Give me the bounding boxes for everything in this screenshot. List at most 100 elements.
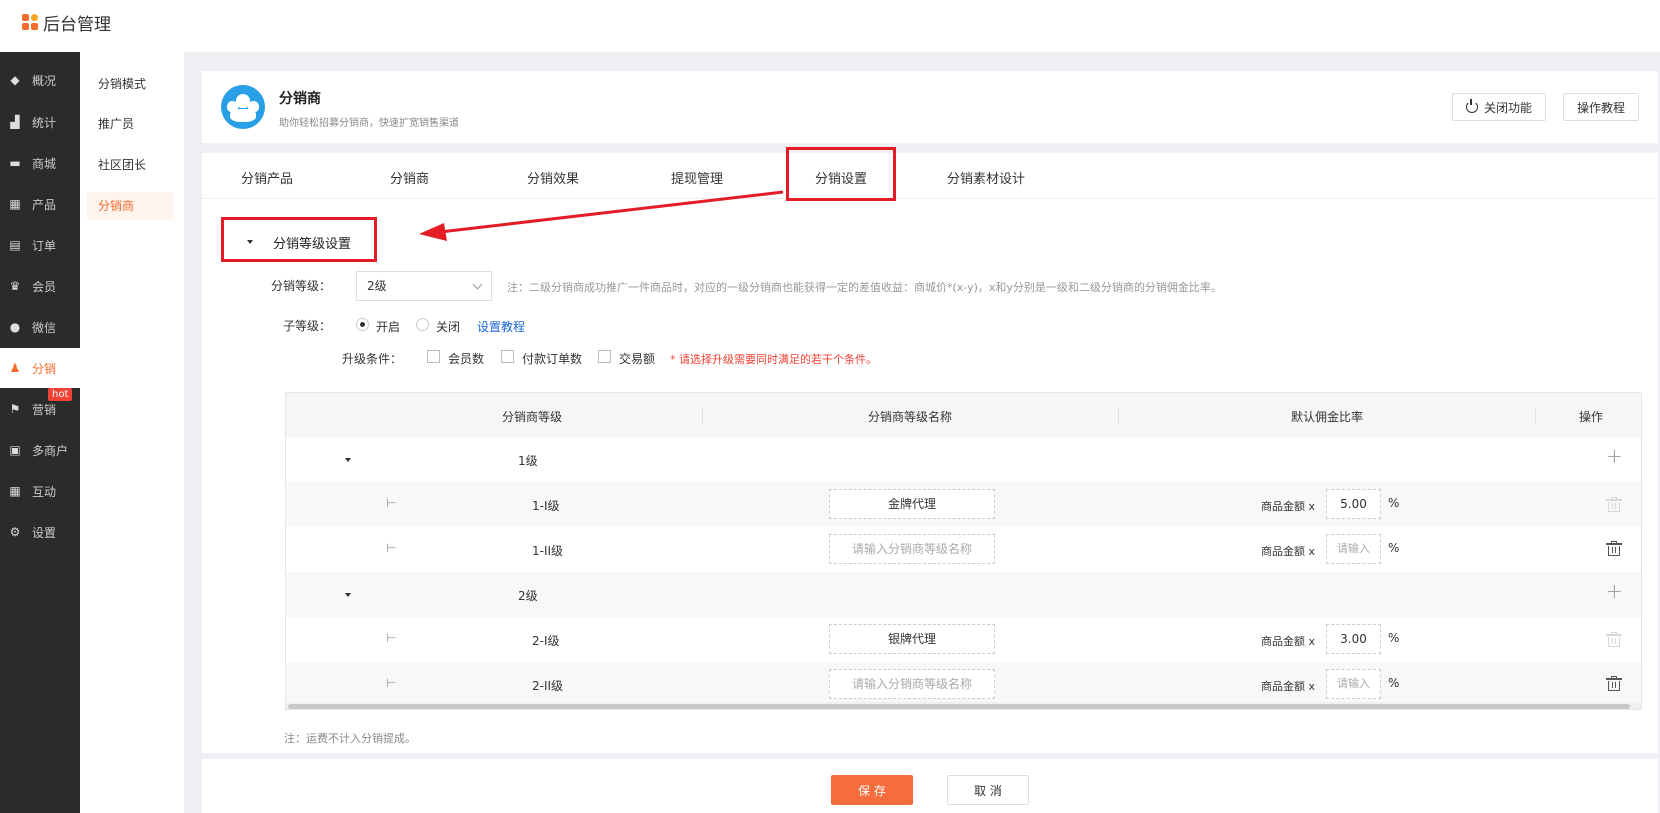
upgrade-label: 升级条件： [342,352,403,366]
checkbox-orders-label[interactable]: 付款订单数 [522,350,582,367]
trash-icon[interactable] [1606,497,1622,512]
submenu-item-mode[interactable]: 分销模式 [87,70,173,98]
th-actions: 操作 [1579,410,1604,424]
sidebar-item-members[interactable]: ♛ 会员 [0,266,80,306]
sidebar-item-marketing[interactable]: ⚑ 营销 hot [0,388,80,429]
level-note: 注：二级分销商成功推广一件商品时，对应的一级分销商也能获得一定的差值收益：商城价… [507,281,1222,294]
column-separator [1535,407,1536,423]
trash-icon[interactable] [1606,676,1622,691]
submenu-item-community[interactable]: 社区团长 [87,151,173,179]
table-row: 1级 + [286,437,1641,482]
amount-label: 商品金额 x [1261,635,1316,648]
trash-icon[interactable] [1606,632,1622,647]
app-logo[interactable]: 后台管理 [22,10,111,35]
radio-off[interactable] [416,318,429,331]
crown-icon: ♛ [9,279,21,293]
table-row: ⊢ 1-II级 请输入分销商等级名称 商品金额 x 请输入 % [286,527,1641,572]
power-icon [1465,99,1478,113]
rate-input[interactable]: 3.00 [1326,624,1381,654]
top-bar: 后台管理 [0,0,1660,52]
page-title: 分销商 [279,91,321,107]
sidebar-item-stats[interactable]: ▟ 统计 [0,102,80,142]
caret-down-icon[interactable] [345,593,351,597]
sidebar-item-label: 统计 [32,115,57,130]
sidebar-item-distribution[interactable]: ♟ 分销 [0,348,80,388]
cancel-button[interactable]: 取 消 [947,775,1029,805]
sublevel-label: 子等级： [283,319,332,333]
add-icon[interactable]: + [1606,579,1623,603]
level-name-input[interactable]: 金牌代理 [829,489,995,519]
page-subtitle: 助你轻松招募分销商，快速扩宽销售渠道 [279,118,459,129]
sidebar-item-orders[interactable]: ▤ 订单 [0,225,80,265]
sidebar: ◆ 概况 ▟ 统计 ▬ 商城 ▦ 产品 ▤ 订单 ♛ 会员 ● 微信 ♟ 分销 … [0,52,80,813]
sidebar-item-products[interactable]: ▦ 产品 [0,184,80,224]
radio-on-label[interactable]: 开启 [376,318,400,335]
table-row: ⊢ 1-I级 金牌代理 商品金额 x 5.00 % [286,482,1641,527]
sidebar-item-label: 概况 [32,73,57,88]
checkbox-members[interactable] [427,350,440,363]
save-button[interactable]: 保 存 [831,775,913,805]
scrollbar-thumb[interactable] [288,704,1630,709]
apps-icon: ▦ [9,484,21,498]
tab-material[interactable]: 分销素材设计 [947,168,1025,187]
add-icon[interactable]: + [1606,444,1623,468]
level-name-input[interactable]: 银牌代理 [829,624,995,654]
order-icon: ▤ [9,238,21,252]
tab-products[interactable]: 分销产品 [241,168,293,187]
percent-label: % [1388,496,1400,510]
checkbox-amount-label[interactable]: 交易额 [619,350,655,367]
rate-input[interactable]: 请输入 [1326,534,1381,564]
sidebar-item-wechat[interactable]: ● 微信 [0,307,80,347]
caret-down-icon[interactable] [247,240,253,244]
caret-down-icon[interactable] [345,458,351,462]
level-select[interactable]: 2级 [356,271,492,301]
logo-icon [22,14,39,31]
sidebar-item-overview[interactable]: ◆ 概况 [0,60,80,100]
tutorial-button[interactable]: 操作教程 [1563,93,1639,121]
settings-card: 分销产品 分销商 分销效果 提现管理 分销设置 分销素材设计 分销等级设置 分销… [202,147,1658,753]
radio-off-label[interactable]: 关闭 [436,318,460,335]
tab-withdraw[interactable]: 提现管理 [671,168,723,187]
section-title[interactable]: 分销等级设置 [273,233,351,252]
sidebar-item-label: 订单 [32,238,57,253]
level-name-input[interactable]: 请输入分销商等级名称 [829,669,995,699]
checkbox-orders[interactable] [501,350,514,363]
column-separator [1118,407,1119,423]
distributor-logo-icon [221,85,265,129]
sidebar-item-label: 商城 [32,156,57,171]
trash-icon[interactable] [1606,541,1622,556]
gear-icon: ⚙ [9,525,21,539]
level-cell: 2-I级 [532,634,560,648]
submenu-item-promoter[interactable]: 推广员 [87,110,173,138]
rate-input[interactable]: 请输入 [1326,669,1381,699]
sidebar-item-label: 会员 [32,279,57,294]
th-level: 分销商等级 [502,410,563,424]
rate-input[interactable]: 5.00 [1326,489,1381,519]
wechat-icon: ● [9,320,21,334]
tab-distributors[interactable]: 分销商 [390,168,429,187]
app-title: 后台管理 [43,15,111,35]
sidebar-item-shop[interactable]: ▬ 商城 [0,143,80,183]
tree-branch-icon: ⊢ [386,676,397,690]
th-rate: 默认佣金比率 [1291,410,1364,424]
sidebar-item-label: 营销 [32,402,57,417]
level-cell: 2-II级 [532,679,564,693]
tab-effect[interactable]: 分销效果 [527,168,579,187]
sidebar-item-settings[interactable]: ⚙ 设置 [0,512,80,552]
level-name-input[interactable]: 请输入分销商等级名称 [829,534,995,564]
amount-label: 商品金额 x [1261,545,1316,558]
close-feature-button[interactable]: 关闭功能 [1452,93,1546,121]
tutorial-link[interactable]: 设置教程 [477,318,525,335]
submenu-item-distributor[interactable]: 分销商 [87,192,173,220]
shop-icon: ▬ [9,156,21,170]
checkbox-members-label[interactable]: 会员数 [448,350,484,367]
tree-branch-icon: ⊢ [386,496,397,510]
radio-on[interactable] [356,318,369,331]
sidebar-item-merchants[interactable]: ▣ 多商户 [0,430,80,470]
level-cell: 1-I级 [532,499,560,513]
sidebar-item-label: 互动 [32,484,57,499]
annotation-box-tab [786,147,896,201]
checkbox-amount[interactable] [598,350,611,363]
percent-label: % [1388,676,1400,690]
sidebar-item-interaction[interactable]: ▦ 互动 [0,471,80,511]
